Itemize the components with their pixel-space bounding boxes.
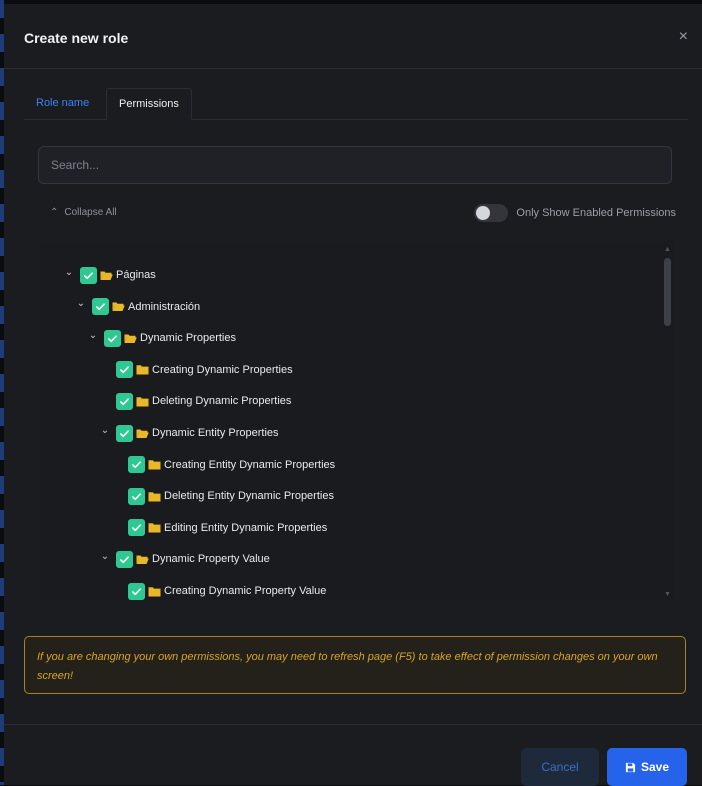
tree-row[interactable]: ⌄ Dynamic Properties bbox=[86, 327, 236, 349]
tab-bar: Role name Permissions bbox=[24, 88, 688, 120]
tree-row-label: Creating Dynamic Properties bbox=[152, 363, 293, 376]
chevron-down-icon[interactable]: ⌄ bbox=[98, 425, 112, 436]
tree-row-label: Dynamic Properties bbox=[140, 332, 236, 345]
check-icon bbox=[96, 303, 105, 311]
tree-row[interactable]: Creating Dynamic Properties bbox=[116, 359, 293, 381]
tree-row-label: Deleting Entity Dynamic Properties bbox=[164, 490, 334, 503]
tree-row-label: Dynamic Entity Properties bbox=[152, 427, 279, 439]
permission-checkbox[interactable] bbox=[92, 298, 109, 316]
search-input[interactable] bbox=[38, 146, 672, 184]
permission-checkbox[interactable] bbox=[128, 456, 145, 474]
scroll-down-icon[interactable]: ▼ bbox=[664, 591, 671, 598]
chevron-down-icon[interactable]: ⌄ bbox=[86, 330, 100, 341]
save-label: Save bbox=[640, 760, 670, 774]
tree-scrollbar[interactable]: ▲ ▼ bbox=[662, 242, 674, 600]
save-icon bbox=[625, 762, 636, 772]
check-icon bbox=[132, 587, 141, 595]
tab-role-name[interactable]: Role name bbox=[36, 88, 89, 119]
scroll-thumb[interactable] bbox=[664, 258, 671, 326]
permission-checkbox[interactable] bbox=[104, 329, 121, 347]
tree-row-label: Dynamic Property Value bbox=[152, 553, 270, 566]
check-icon bbox=[132, 493, 141, 500]
collapse-all-label: Collapse All bbox=[64, 207, 117, 218]
folder-icon bbox=[148, 491, 161, 502]
permission-checkbox[interactable] bbox=[116, 361, 133, 379]
tree-row[interactable]: ⌄ Páginas bbox=[62, 264, 156, 286]
folder-icon bbox=[148, 523, 161, 533]
tree-row[interactable]: ⌄ Dynamic Entity Properties bbox=[98, 422, 279, 444]
folder-icon bbox=[148, 460, 161, 470]
chevron-down-icon[interactable]: ⌄ bbox=[74, 298, 88, 309]
cancel-button[interactable]: Cancel bbox=[521, 748, 599, 786]
tree-row[interactable]: Creating Dynamic Property Value bbox=[128, 580, 326, 600]
folder-open-icon bbox=[124, 334, 137, 343]
only-enabled-toggle[interactable] bbox=[474, 204, 509, 222]
check-icon bbox=[120, 556, 129, 564]
tree-row-label: Editing Entity Dynamic Properties bbox=[164, 521, 328, 534]
check-icon bbox=[120, 366, 129, 374]
permission-checkbox[interactable] bbox=[116, 550, 133, 568]
check-icon bbox=[108, 335, 117, 342]
tree-row[interactable]: Deleting Dynamic Properties bbox=[116, 390, 291, 412]
tree-row-label: Creating Dynamic Property Value bbox=[164, 585, 327, 597]
permission-checkbox[interactable] bbox=[128, 582, 145, 600]
tree-row-label: Páginas bbox=[116, 269, 156, 281]
modal-header: Create new role × bbox=[4, 4, 702, 69]
permission-tree[interactable]: ▲ ▼ ⌄ Páginas ⌄ Administración ⌄ Dynamic Prop… bbox=[40, 242, 674, 600]
tree-row[interactable]: ⌄ Dynamic Property Value bbox=[98, 548, 270, 570]
folder-open-icon bbox=[136, 429, 149, 438]
folder-icon bbox=[136, 365, 149, 375]
folder-icon bbox=[148, 586, 161, 596]
tree-row-label: Deleting Dynamic Properties bbox=[152, 395, 292, 408]
only-enabled-filter: Only Show Enabled Permissions bbox=[474, 204, 676, 222]
toggle-knob bbox=[476, 206, 491, 220]
create-role-modal: Create new role × Role name Permissions … bbox=[4, 4, 702, 786]
scroll-up-icon[interactable]: ▲ bbox=[664, 246, 671, 253]
tree-row[interactable]: ⌄ Administración bbox=[74, 296, 200, 318]
folder-icon bbox=[136, 397, 149, 407]
tree-row[interactable]: Deleting Entity Dynamic Properties bbox=[128, 485, 334, 507]
folder-open-icon bbox=[100, 271, 113, 280]
folder-open-icon bbox=[136, 555, 149, 564]
tree-row[interactable]: Creating Entity Dynamic Properties bbox=[128, 454, 335, 476]
modal-footer: Cancel Save bbox=[4, 724, 702, 786]
permission-change-notice: If you are changing your own permissions… bbox=[24, 636, 686, 694]
only-enabled-label: Only Show Enabled Permissions bbox=[516, 207, 676, 219]
close-icon[interactable]: × bbox=[679, 28, 688, 46]
check-icon bbox=[120, 429, 129, 437]
chevron-down-icon[interactable]: ⌄ bbox=[62, 267, 76, 278]
collapse-all-button[interactable]: ⌃ Collapse All bbox=[50, 207, 117, 218]
check-icon bbox=[120, 398, 129, 406]
permission-checkbox[interactable] bbox=[116, 392, 133, 410]
permission-checkbox[interactable] bbox=[128, 519, 145, 537]
check-icon bbox=[132, 461, 141, 469]
tree-row-label: Administración bbox=[128, 300, 201, 313]
modal-title: Create new role bbox=[24, 30, 129, 46]
chevron-down-icon[interactable]: ⌄ bbox=[98, 551, 112, 562]
check-icon bbox=[84, 271, 93, 279]
chevrons-up-icon: ⌃ bbox=[50, 207, 59, 218]
permission-checkbox[interactable] bbox=[80, 266, 97, 284]
permission-checkbox[interactable] bbox=[116, 424, 133, 442]
tree-row[interactable]: Editing Entity Dynamic Properties bbox=[128, 517, 327, 539]
check-icon bbox=[132, 524, 141, 532]
permission-checkbox[interactable] bbox=[128, 487, 145, 505]
save-button[interactable]: Save bbox=[607, 748, 687, 786]
folder-open-icon bbox=[112, 302, 125, 312]
tab-permissions[interactable]: Permissions bbox=[106, 88, 192, 120]
tree-row-label: Creating Entity Dynamic Properties bbox=[164, 458, 336, 471]
